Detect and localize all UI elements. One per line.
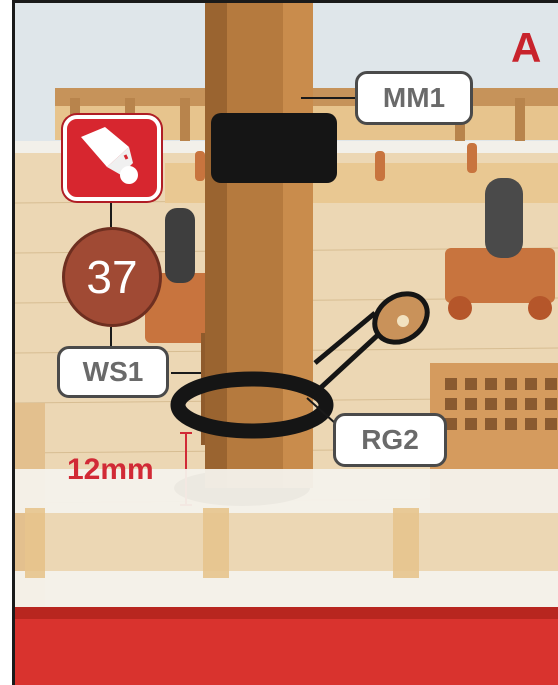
glue-icon-box <box>63 115 161 201</box>
ship-deck-photo <box>15 3 558 685</box>
instruction-panel: A 37 MM1 WS1 RG2 12mm <box>12 0 558 685</box>
measurement-label: 12mm <box>67 453 154 486</box>
panel-letter: A <box>511 24 542 71</box>
step-number-badge: 37 <box>62 227 162 327</box>
callout-wood-strip: WS1 <box>57 346 169 398</box>
callout-rigging-ring: RG2 <box>333 413 447 467</box>
glue-bottle-icon <box>81 127 138 184</box>
callout-main-mast: MM1 <box>355 71 473 125</box>
